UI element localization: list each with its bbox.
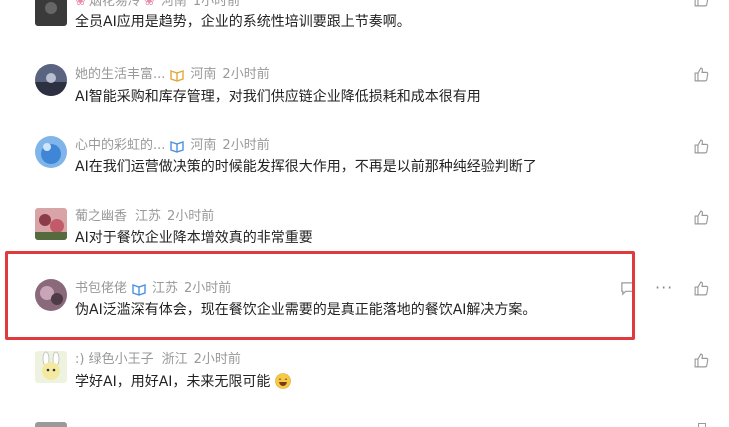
thumbs-up-icon[interactable] — [698, 423, 706, 427]
comment-text: 学好AI，用好AI，未来无限可能 — [75, 372, 291, 392]
location: 河南 — [190, 67, 217, 82]
timestamp: 2小时前 — [193, 352, 241, 367]
comment-text: AI在我们运营做决策的时候能发挥很大作用，不再是以前那种纯经验判断了 — [75, 159, 537, 175]
thumbs-up-icon[interactable] — [693, 280, 710, 297]
location: 河南 — [160, 0, 187, 9]
comment-meta: 心中的彩虹的... 河南 2小时前 — [75, 137, 270, 155]
comment-text: AI智能采购和库存管理，对我们供应链企业降低损耗和成本很有用 — [75, 89, 481, 105]
avatar[interactable] — [35, 136, 67, 168]
location: 江苏 — [135, 209, 162, 224]
comment-meta: 葡之幽香 江苏 2小时前 — [75, 208, 214, 226]
timestamp: 2小时前 — [184, 281, 232, 296]
comment-text: AI对于餐饮企业降本增效真的非常重要 — [75, 230, 313, 246]
avatar[interactable] — [35, 64, 67, 96]
username[interactable]: 书包佬佬 — [75, 280, 127, 298]
location: 浙江 — [161, 352, 188, 367]
comment-meta: 书包佬佬 江苏 2小时前 — [75, 280, 231, 298]
book-badge-icon — [132, 282, 146, 296]
thumbs-up-icon[interactable] — [693, 209, 710, 226]
username[interactable]: 烟花易冷 — [89, 0, 141, 11]
comment-meta: :) 绿色小王子 浙江 2小时前 — [75, 351, 241, 369]
username[interactable]: 心中的彩虹的... — [75, 137, 165, 155]
comment-meta: ❀ 烟花易冷 ❀ 河南 1小时前 — [75, 0, 240, 11]
timestamp: 2小时前 — [222, 67, 270, 82]
username[interactable]: 葡之幽香 — [75, 208, 127, 226]
comment-text: 全员AI应用是趋势，企业的系统性培训要跟上节奏啊。 — [75, 14, 411, 30]
thumbs-up-icon[interactable] — [693, 352, 710, 369]
more-icon[interactable]: ··· — [655, 280, 675, 296]
comment-text-content: 学好AI，用好AI，未来无限可能 — [75, 374, 271, 390]
username[interactable]: 她的生活丰富... — [75, 66, 165, 84]
timestamp: 2小时前 — [222, 138, 270, 153]
timestamp: 2小时前 — [167, 209, 215, 224]
flower-icon: ❀ — [75, 0, 86, 9]
timestamp: 1小时前 — [192, 0, 241, 9]
avatar[interactable] — [35, 0, 67, 26]
thumbs-up-icon[interactable] — [693, 0, 710, 8]
avatar[interactable] — [35, 279, 67, 311]
location: 河南 — [190, 138, 217, 153]
laughing-emoji-icon — [275, 373, 291, 389]
avatar[interactable] — [35, 208, 67, 240]
avatar[interactable] — [35, 351, 67, 383]
thumbs-up-icon[interactable] — [693, 138, 710, 155]
comment-text: 伪AI泛滥深有体会，现在餐饮企业需要的是真正能落地的餐饮AI解决方案。 — [75, 302, 537, 318]
thumbs-up-icon[interactable] — [693, 66, 710, 83]
comment-meta: 她的生活丰富... 河南 2小时前 — [75, 66, 270, 84]
location: 江苏 — [152, 281, 179, 296]
book-badge-icon — [170, 139, 185, 153]
avatar[interactable] — [35, 422, 67, 427]
book-badge-icon — [170, 68, 185, 82]
flower-icon: ❀ — [143, 0, 155, 9]
reply-icon[interactable] — [620, 281, 635, 296]
username[interactable]: :) 绿色小王子 — [75, 351, 154, 369]
